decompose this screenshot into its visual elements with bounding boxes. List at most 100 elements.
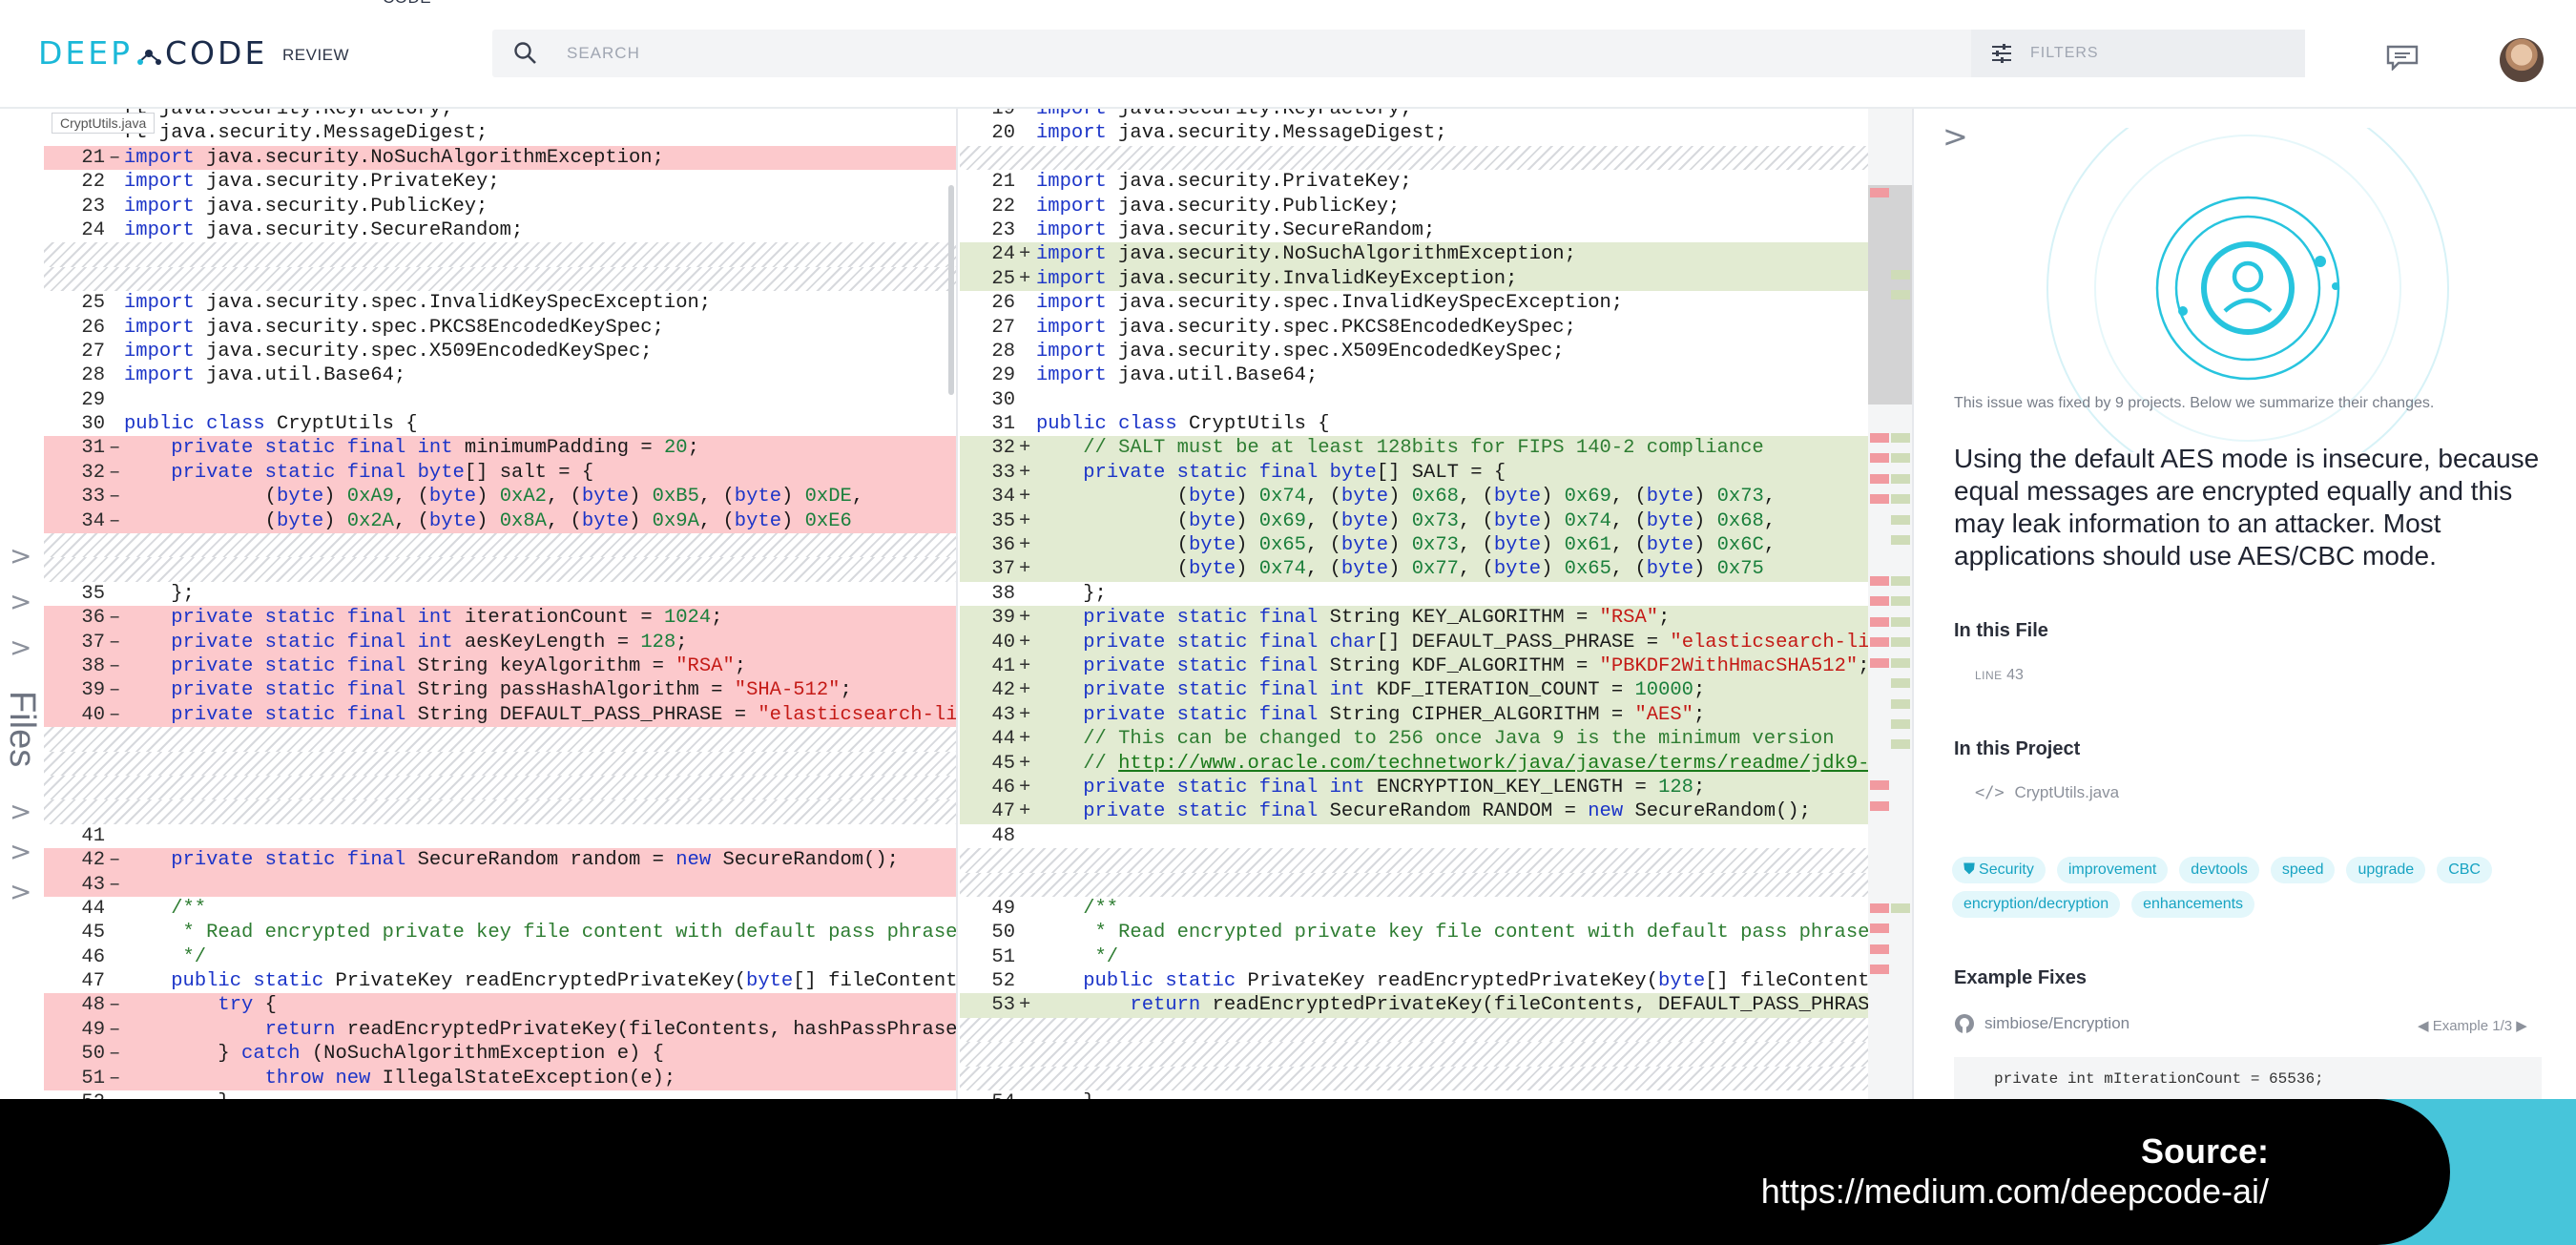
tag-upgrade[interactable]: upgrade (2346, 857, 2426, 883)
minus-marker: – (109, 1043, 121, 1066)
code-text: /** (1036, 897, 1119, 920)
minimap-addition-mark (1891, 903, 1910, 913)
minimap-deletion-mark (1870, 494, 1889, 505)
code-text: private static final int minimumPadding … (171, 437, 699, 460)
project-file-link[interactable]: </> CryptUtils.java (1975, 783, 2119, 802)
tag-enhancements[interactable]: enhancements (2131, 891, 2255, 918)
code-text: (byte) 0x2A, (byte) 0x8A, (byte) 0x9A, (… (124, 509, 852, 532)
minimap-deletion-mark (1870, 596, 1889, 607)
minus-marker: – (109, 509, 121, 532)
code-line: 22 import java.security.PublicKey; (960, 195, 1868, 218)
deleted-code-line: 38– private static final String keyAlgor… (44, 654, 956, 679)
line-reference-link[interactable]: LINE 43 (1975, 667, 2024, 684)
tag-cbc[interactable]: CBC (2437, 857, 2492, 883)
line-number: 34 (81, 509, 105, 532)
chevron-right-icon: > (10, 586, 32, 617)
minimap-addition-mark (1891, 698, 1910, 709)
collapsed-gap (960, 1042, 1868, 1067)
nav-review[interactable]: REVIEW (282, 46, 349, 65)
tag-encryption-decryption[interactable]: encryption/decryption (1952, 891, 2121, 918)
line-number: 49 (991, 897, 1015, 920)
minus-marker: – (109, 873, 121, 896)
added-code-line: 44 + // This can be changed to 256 once J… (960, 727, 1868, 752)
sliders-icon (1990, 42, 2013, 70)
code-text: */ (1036, 945, 1119, 968)
minimap-addition-mark (1891, 269, 1910, 280)
plus-marker: + (1019, 267, 1031, 290)
deleted-code-line: 36– private static final int iterationCo… (44, 606, 956, 631)
diff-minimap[interactable] (1868, 109, 1912, 1101)
line-number: 19 (991, 109, 1015, 120)
collapsed-gap (44, 533, 956, 558)
code-text: import java.util.Base64; (1036, 364, 1319, 387)
line-number: 53 (991, 994, 1015, 1017)
line-number: 22 (81, 171, 105, 194)
deleted-code-line: 48– try { (44, 993, 956, 1018)
source-banner: Source: https://medium.com/deepcode-ai/ (0, 1099, 2576, 1245)
deleted-code-line: 21– import java.security.NoSuchAlgorithmE… (44, 145, 956, 171)
original-code-pane[interactable]: CryptUtils.java rt java.security.KeyFact… (44, 109, 958, 1101)
example-repo-link[interactable]: simbiose/Encryption (1954, 1013, 2129, 1034)
minimap-addition-mark (1891, 596, 1910, 607)
line-number: 48 (81, 994, 105, 1017)
source-url[interactable]: https://medium.com/deepcode-ai/ (1761, 1172, 2269, 1212)
code-line: rt java.security.KeyFactory; (44, 109, 956, 121)
minimap-addition-mark (1891, 719, 1910, 729)
code-text: }; (124, 582, 195, 605)
added-code-line: 36 + (byte) 0x65, (byte) 0x73, (byte) 0x6… (960, 533, 1868, 558)
tag-security[interactable]: ⛊ Security (1952, 857, 2046, 883)
minimap-deletion-mark (1870, 453, 1889, 464)
deleted-code-line: 43– (44, 872, 956, 897)
tag-speed[interactable]: speed (2270, 857, 2336, 883)
minus-marker: – (109, 631, 121, 654)
line-number: 51 (81, 1067, 105, 1089)
line-number: 24 (991, 243, 1015, 266)
plus-marker: + (1019, 654, 1031, 677)
search-input[interactable]: SEARCH (567, 44, 640, 63)
plus-marker: + (1019, 486, 1031, 508)
line-number: 50 (991, 922, 1015, 944)
minimap-addition-mark (1891, 473, 1910, 484)
line-number: 33 (81, 486, 105, 508)
tag-improvement[interactable]: improvement (2056, 857, 2169, 883)
added-code-line: 32 + // SALT must be at least 128bits for… (960, 436, 1868, 461)
code-line: 22 import java.security.PrivateKey; (44, 170, 956, 194)
vertical-scrollbar[interactable] (948, 185, 954, 395)
code-line: 21 import java.security.PrivateKey; (960, 170, 1868, 194)
logo-node-icon (135, 39, 163, 68)
feedback-chat-icon[interactable] (2385, 44, 2420, 75)
filters-button[interactable]: FILTERS (1971, 30, 2305, 77)
line-number: 26 (991, 292, 1015, 315)
line-number: 22 (991, 195, 1015, 218)
example-pagination[interactable]: ◀ Example 1/3 ▶ (2418, 1017, 2527, 1034)
fixed-code-lines: 19 import java.security.KeyFactory; 20 impo… (960, 109, 1868, 1101)
deepcode-logo[interactable]: DEEP CODE (38, 34, 267, 72)
code-text: import java.security.spec.X509EncodedKey… (124, 340, 653, 363)
tag-devtools[interactable]: devtools (2179, 857, 2259, 883)
collapsed-gap (44, 242, 956, 267)
collapsed-gap (960, 872, 1868, 897)
files-rail[interactable]: > > > Files > > > (0, 109, 44, 1101)
deleted-code-line: 50– } catch (NoSuchAlgorithmException e)… (44, 1042, 956, 1067)
user-avatar[interactable] (2500, 38, 2544, 82)
minus-marker: – (109, 437, 121, 460)
line-number: 31 (81, 437, 105, 460)
line-number: 43 (991, 703, 1015, 726)
minus-marker: – (109, 994, 121, 1017)
added-code-line: 25 + import java.security.InvalidKeyExcept… (960, 266, 1868, 292)
fixed-code-pane[interactable]: 19 import java.security.KeyFactory; 20 impo… (960, 109, 1868, 1101)
nav-code[interactable]: CODE (383, 0, 2576, 8)
minimap-deletion-mark (1870, 637, 1889, 648)
added-code-line: 41 + private static final String KDF_ALGO… (960, 654, 1868, 679)
code-text: private static final int KDF_ITERATION_C… (1083, 679, 1706, 702)
added-code-line: 33 + private static final byte[] SALT = { (960, 460, 1868, 486)
collapsed-gap (960, 1017, 1868, 1043)
files-rail-label-wrap: Files (0, 691, 44, 796)
minus-marker: – (109, 703, 121, 726)
code-line: 50 * Read encrypted private key file con… (960, 921, 1868, 944)
collapse-sidebar-chevron-icon[interactable]: > (1942, 118, 1968, 155)
plus-marker: + (1019, 437, 1031, 460)
code-text: throw new IllegalStateException(e); (264, 1067, 676, 1089)
search-icon[interactable] (513, 41, 538, 71)
code-text: rt java.security.KeyFactory; (124, 109, 453, 120)
